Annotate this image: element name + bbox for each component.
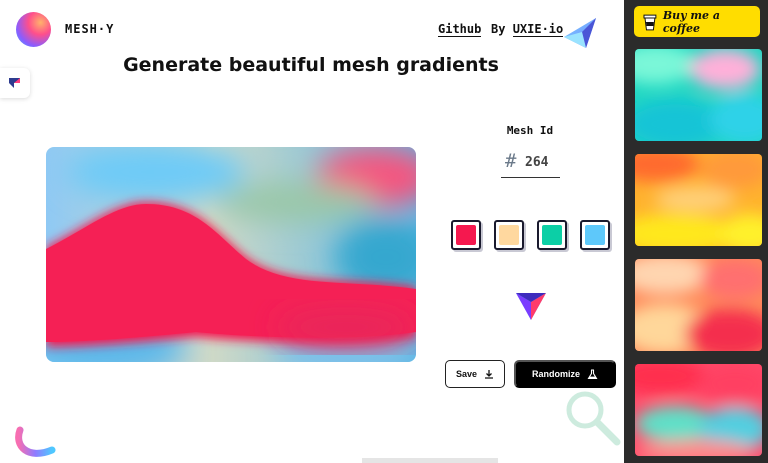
buy-coffee-label: Buy me a coffee: [662, 8, 720, 35]
swatch-teal[interactable]: [537, 220, 567, 250]
bottom-scroll-hint: [362, 458, 498, 463]
mesh-id-field[interactable]: # 264: [501, 150, 560, 178]
save-label: Save: [455, 369, 478, 379]
randomize-button[interactable]: Randomize: [514, 360, 616, 388]
buy-coffee-button[interactable]: Buy me a coffee: [634, 6, 760, 37]
logo-icon[interactable]: [16, 12, 51, 47]
share-icon: [9, 78, 20, 88]
flask-icon: [587, 368, 598, 379]
swatch-sky-color: [585, 225, 605, 245]
gradient-preview: [46, 147, 416, 362]
mesh-id-label: Mesh Id: [506, 124, 554, 137]
gradient-thumbnail[interactable]: [635, 364, 762, 456]
gradient-thumbnail[interactable]: [635, 259, 762, 351]
gradient-thumbnail[interactable]: [635, 49, 762, 141]
prism-icon: [516, 293, 546, 320]
gallery-sidebar: Buy me a coffee: [624, 0, 768, 463]
prism-logo-icon: [564, 18, 596, 48]
by-uxie-link[interactable]: By UXIE·io: [491, 22, 564, 37]
swatch-peach-color: [499, 225, 519, 245]
save-button[interactable]: Save: [445, 360, 505, 388]
randomize-label: Randomize: [531, 369, 580, 379]
uxie-label[interactable]: UXIE·io: [512, 22, 564, 37]
swatch-peach[interactable]: [494, 220, 524, 250]
brand-name[interactable]: MESH·Y: [65, 22, 114, 36]
download-icon: [485, 370, 494, 379]
github-link[interactable]: Github: [438, 22, 482, 37]
swatch-sky[interactable]: [580, 220, 610, 250]
swatch-red-color: [456, 225, 476, 245]
by-prefix: By: [491, 22, 506, 36]
swatch-teal-color: [542, 225, 562, 245]
page-title: Generate beautiful mesh gradients: [123, 54, 499, 76]
magnifier-icon: [566, 391, 621, 446]
mesh-id-value[interactable]: 264: [525, 155, 548, 170]
swatch-red[interactable]: [451, 220, 481, 250]
spinner-icon: [15, 426, 56, 457]
hash-icon: #: [505, 150, 517, 172]
coffee-cup-icon: [643, 14, 657, 30]
gradient-thumbnail[interactable]: [635, 154, 762, 246]
